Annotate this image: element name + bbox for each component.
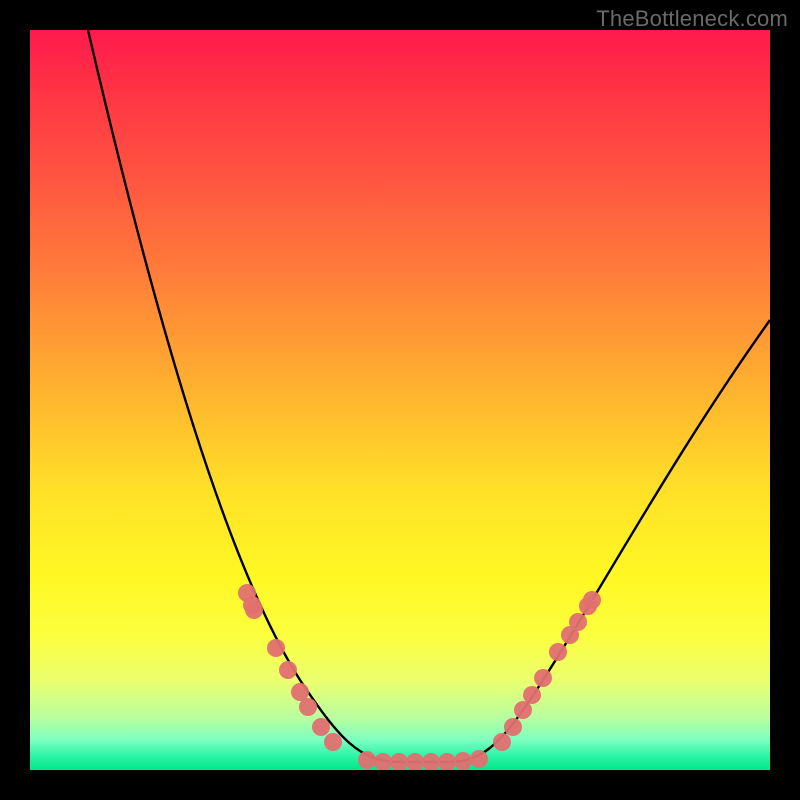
data-marker — [245, 601, 263, 619]
data-marker — [438, 753, 456, 770]
data-marker — [422, 753, 440, 770]
data-marker — [406, 753, 424, 770]
data-marker — [299, 698, 317, 716]
data-marker — [504, 718, 522, 736]
data-marker — [583, 591, 601, 609]
watermark-label: TheBottleneck.com — [596, 6, 788, 32]
marker-layer — [238, 584, 601, 770]
data-marker — [470, 750, 488, 768]
data-marker — [454, 752, 472, 770]
data-marker — [534, 669, 552, 687]
plot-area — [30, 30, 770, 770]
data-marker — [324, 733, 342, 751]
data-marker — [549, 643, 567, 661]
data-marker — [569, 613, 587, 631]
data-marker — [514, 701, 532, 719]
bottleneck-curve — [88, 30, 770, 762]
data-marker — [358, 751, 376, 769]
data-marker — [493, 733, 511, 751]
data-marker — [267, 639, 285, 657]
data-marker — [279, 661, 297, 679]
chart-svg — [30, 30, 770, 770]
chart-frame: TheBottleneck.com — [0, 0, 800, 800]
data-marker — [523, 686, 541, 704]
data-marker — [312, 718, 330, 736]
data-marker — [390, 753, 408, 770]
data-marker — [374, 753, 392, 770]
